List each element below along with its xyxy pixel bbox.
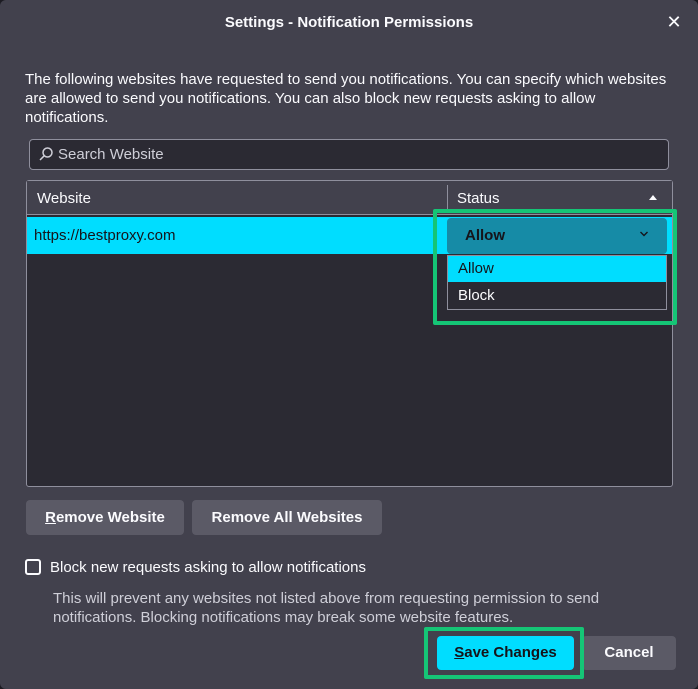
cancel-button[interactable]: Cancel bbox=[582, 636, 676, 670]
search-input[interactable] bbox=[58, 140, 658, 169]
sort-ascending-icon bbox=[649, 195, 657, 200]
websites-table: Website Status https://bestproxy.com All… bbox=[26, 180, 673, 487]
dialog-title: Settings - Notification Permissions bbox=[224, 14, 474, 31]
status-select[interactable]: Allow bbox=[447, 218, 667, 254]
status-select-value: Allow bbox=[465, 227, 505, 244]
remove-all-websites-button[interactable]: Remove All Websites bbox=[192, 500, 382, 535]
column-header-status[interactable]: Status bbox=[457, 190, 500, 207]
status-option-block[interactable]: Block bbox=[448, 283, 666, 309]
block-requests-label[interactable]: Block new requests asking to allow notif… bbox=[50, 559, 366, 576]
remove-all-websites-label: Remove All Websites bbox=[211, 509, 363, 526]
search-icon bbox=[39, 147, 53, 161]
chevron-down-icon bbox=[640, 231, 648, 237]
close-icon[interactable]: ✕ bbox=[664, 12, 684, 32]
save-changes-button[interactable]: Save Changes bbox=[437, 636, 574, 670]
remove-website-button[interactable]: Remove Website bbox=[26, 500, 184, 535]
titlebar: Settings - Notification Permissions ✕ bbox=[0, 0, 698, 46]
row-website: https://bestproxy.com bbox=[34, 227, 176, 244]
block-requests-checkbox[interactable] bbox=[25, 559, 41, 575]
search-box[interactable] bbox=[29, 139, 669, 170]
status-dropdown-menu: Allow Block bbox=[447, 255, 667, 310]
column-header-website[interactable]: Website bbox=[37, 190, 91, 207]
status-option-allow[interactable]: Allow bbox=[448, 256, 666, 282]
notification-permissions-dialog: Settings - Notification Permissions ✕ Th… bbox=[0, 0, 698, 689]
column-divider bbox=[447, 185, 448, 211]
block-requests-note: This will prevent any websites not liste… bbox=[53, 590, 600, 626]
table-header: Website Status bbox=[27, 181, 672, 215]
description-text: The following websites have requested to… bbox=[25, 71, 667, 126]
